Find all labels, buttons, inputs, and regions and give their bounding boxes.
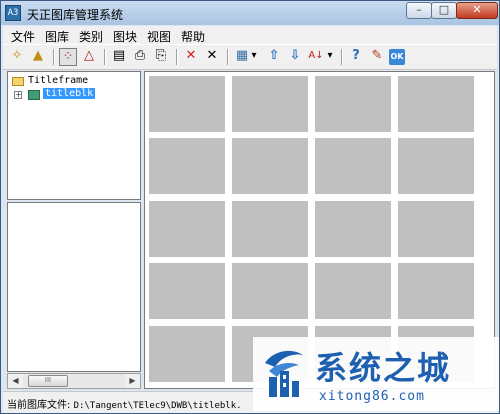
toolbar-separator (53, 49, 55, 65)
close-button[interactable]: ✕ (456, 2, 498, 19)
block-thumbnail[interactable] (315, 263, 391, 319)
block-thumbnail[interactable] (315, 201, 391, 257)
toolbar-separator (341, 49, 343, 65)
layout1-icon[interactable]: ▤ (110, 48, 128, 66)
watermark-logo-icon (265, 350, 303, 397)
app-window: A3 天正图库管理系统 – □ ✕ 文件 图库 类别 图块 视图 帮助 ✧ ▲ … (0, 0, 500, 414)
scroll-right-icon[interactable]: ▶ (125, 374, 140, 388)
scroll-thumb[interactable]: III (28, 375, 68, 387)
block-thumbnail[interactable] (398, 201, 474, 257)
toolbar: ✧ ▲ ⁘ △ ▤ ⎙ ⎘ ✕ ✕ ▦ ▾ ⇧ ⇩ A↓ ▾ ? ✎ OK (3, 44, 497, 70)
move-down-icon[interactable]: ⇩ (286, 48, 304, 66)
block-thumbnail[interactable] (398, 138, 474, 194)
block-thumbnail[interactable] (232, 263, 308, 319)
title-bar[interactable]: A3 天正图库管理系统 – □ ✕ (1, 1, 499, 25)
help-icon[interactable]: ? (347, 48, 365, 66)
tree-root-label[interactable]: Titleframe (28, 75, 88, 86)
watermark-title: 系统之城 (315, 349, 452, 387)
layout3-icon[interactable]: ⎘ (152, 48, 170, 66)
delete-red-icon[interactable]: ✕ (182, 48, 200, 66)
app-icon: A3 (5, 5, 21, 21)
block-thumbnail[interactable] (149, 263, 225, 319)
triangle-icon[interactable]: △ (80, 48, 98, 66)
watermark: 系统之城 xitong86.com (253, 337, 499, 411)
dropdown2-icon[interactable]: ▾ (325, 48, 335, 66)
block-thumbnail[interactable] (149, 76, 225, 132)
layout2-icon[interactable]: ⎙ (131, 48, 149, 66)
menu-help[interactable]: 帮助 (181, 28, 205, 45)
block-thumbnail[interactable] (149, 326, 225, 382)
block-thumbnail[interactable] (398, 263, 474, 319)
watermark-url: xitong86.com (319, 389, 425, 404)
block-thumbnail[interactable] (232, 201, 308, 257)
window-title: 天正图库管理系统 (27, 8, 124, 22)
menu-block[interactable]: 图块 (113, 28, 137, 45)
block-thumbnail[interactable] (149, 138, 225, 194)
move-up-icon[interactable]: ⇧ (265, 48, 283, 66)
maximize-button[interactable]: □ (431, 2, 457, 19)
dotted-select-icon[interactable]: ⁘ (59, 48, 77, 66)
folder-icon (12, 77, 24, 86)
status-text: 当前图库文件: D:\Tangent\TElec9\DWB\titleblk. (7, 396, 242, 411)
status-path: D:\Tangent\TElec9\DWB\titleblk. (73, 401, 242, 411)
open-icon[interactable]: ▲ (29, 48, 47, 66)
expand-icon[interactable]: + (14, 91, 22, 99)
toolbar-separator (176, 49, 178, 65)
block-thumbnail[interactable] (232, 138, 308, 194)
tree-item-titleblk[interactable]: titleblk (43, 88, 96, 99)
menu-category[interactable]: 类别 (79, 28, 103, 45)
delete-icon[interactable]: ✕ (203, 48, 221, 66)
block-node-icon (28, 90, 40, 100)
menu-view[interactable]: 视图 (147, 28, 171, 45)
menu-bar: 文件 图库 类别 图块 视图 帮助 (3, 26, 497, 44)
edit-icon[interactable]: ✎ (368, 48, 386, 66)
status-label: 当前图库文件: (7, 400, 71, 411)
scroll-left-icon[interactable]: ◀ (8, 374, 23, 388)
new-icon[interactable]: ✧ (8, 48, 26, 66)
block-thumbnail[interactable] (149, 201, 225, 257)
block-thumbnail[interactable] (398, 76, 474, 132)
toolbar-separator (227, 49, 229, 65)
toolbar-separator (104, 49, 106, 65)
minimize-button[interactable]: – (406, 2, 432, 19)
block-thumbnail[interactable] (232, 76, 308, 132)
menu-file[interactable]: 文件 (11, 28, 35, 45)
category-tree[interactable]: Titleframe + titleblk (7, 71, 141, 200)
horizontal-scrollbar[interactable]: ◀ III ▶ (7, 373, 141, 389)
preview-panel (7, 202, 141, 372)
block-thumbnail[interactable] (315, 76, 391, 132)
sort-icon[interactable]: A↓ (307, 48, 325, 66)
ok-icon[interactable]: OK (389, 49, 405, 65)
dropdown1-icon[interactable]: ▾ (249, 48, 259, 66)
menu-library[interactable]: 图库 (45, 28, 69, 45)
block-thumbnail[interactable] (315, 138, 391, 194)
